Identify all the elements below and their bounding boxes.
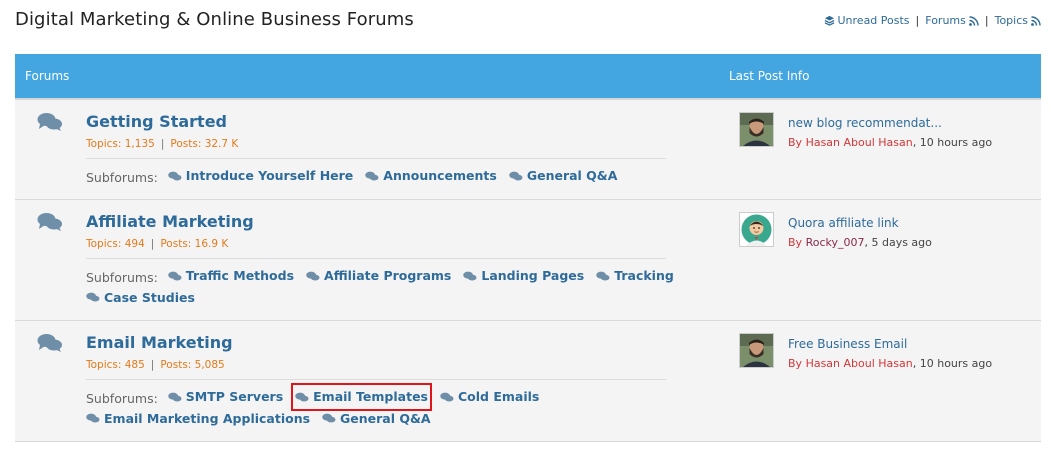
user-photo-icon — [740, 334, 773, 367]
unread-posts-link[interactable]: Unread Posts — [824, 14, 910, 27]
forum-title-link[interactable]: Affiliate Marketing — [86, 212, 254, 231]
avatar[interactable] — [739, 112, 774, 147]
last-post-title-link[interactable]: Quora affiliate link — [788, 216, 899, 230]
chat-icon — [306, 271, 320, 281]
posts-count: Posts: 16.9 K — [160, 238, 229, 250]
subforums-list: Subforums: Traffic Methods Affiliate Pro… — [86, 266, 686, 309]
topics-count: Topics: 1,135 — [86, 138, 155, 150]
forum-row: Getting Started Topics: 1,135 | Posts: 32.… — [15, 100, 1041, 200]
separator: | — [150, 359, 155, 371]
header-forums: Forums — [25, 69, 70, 83]
chat-icon — [509, 171, 523, 181]
forum-stats: Topics: 485 | Posts: 5,085 — [86, 359, 225, 371]
forum-title-link[interactable]: Email Marketing — [86, 333, 233, 352]
posts-count: Posts: 32.7 K — [170, 138, 239, 150]
last-post-title-link[interactable]: Free Business Email — [788, 337, 907, 351]
by-label: By — [788, 357, 803, 370]
unread-posts-label: Unread Posts — [837, 14, 910, 27]
subforum-link[interactable]: Email Marketing Applications — [86, 409, 310, 429]
subforums-label: Subforums: — [86, 269, 158, 285]
chat-icon — [295, 392, 309, 402]
rss-icon — [968, 15, 979, 26]
subforum-link[interactable]: Introduce Yourself Here — [168, 166, 353, 186]
posts-count: Posts: 5,085 — [160, 359, 225, 371]
subforum-link-highlighted[interactable]: Email Templates — [291, 383, 432, 411]
last-post-meta: By Hasan Aboul Hasan, 10 hours ago — [788, 136, 992, 149]
last-post-title-link[interactable]: new blog recommendat... — [788, 116, 942, 130]
last-post-meta: By Hasan Aboul Hasan, 10 hours ago — [788, 357, 992, 370]
subforum-link[interactable]: General Q&A — [322, 409, 431, 429]
separator: | — [160, 138, 165, 150]
subforum-link[interactable]: Landing Pages — [463, 266, 584, 286]
topics-rss-link[interactable]: Topics — [995, 14, 1041, 27]
separator: | — [150, 238, 155, 250]
last-post-time: , 5 days ago — [864, 236, 932, 249]
rss-icon — [1031, 15, 1041, 26]
header-last-post-info: Last Post Info — [729, 69, 810, 83]
subforum-link[interactable]: Traffic Methods — [168, 266, 294, 286]
forum-row: Email Marketing Topics: 485 | Posts: 5,085… — [15, 321, 1041, 442]
subforum-link[interactable]: Affiliate Programs — [306, 266, 451, 286]
forum-table: Forums Last Post Info Getting Started To… — [15, 54, 1041, 442]
chat-icon — [86, 292, 100, 302]
forum-title-link[interactable]: Getting Started — [86, 112, 227, 131]
last-post-time: , 10 hours ago — [912, 136, 993, 149]
chat-icon — [365, 171, 379, 181]
forum-chat-icon — [37, 213, 62, 231]
subforums-label: Subforums: — [86, 390, 158, 406]
divider — [86, 379, 666, 380]
forums-rss-link[interactable]: Forums — [925, 14, 979, 27]
separator: | — [915, 14, 920, 27]
topics-label: Topics — [994, 14, 1028, 27]
last-post-author-link[interactable]: Rocky_007 — [806, 236, 865, 249]
subforum-link[interactable]: SMTP Servers — [168, 387, 283, 407]
chat-icon — [168, 392, 182, 402]
forum-stats: Topics: 1,135 | Posts: 32.7 K — [86, 138, 238, 150]
forum-chat-icon — [37, 113, 62, 131]
last-post-author-link[interactable]: Hasan Aboul Hasan — [806, 136, 913, 149]
subforum-link[interactable]: General Q&A — [509, 166, 617, 186]
separator: | — [984, 14, 989, 27]
forums-label: Forums — [925, 14, 966, 27]
subforum-link[interactable]: Case Studies — [86, 288, 195, 308]
by-label: By — [788, 236, 803, 249]
page-title: Digital Marketing & Online Business Foru… — [15, 9, 414, 30]
divider — [86, 158, 666, 159]
chat-icon — [168, 171, 182, 181]
table-header: Forums Last Post Info — [15, 54, 1041, 100]
avatar[interactable] — [739, 333, 774, 368]
chat-icon — [440, 392, 454, 402]
last-post-meta: By Rocky_007, 5 days ago — [788, 236, 932, 249]
divider — [86, 258, 666, 259]
topics-count: Topics: 485 — [86, 359, 145, 371]
layers-icon — [824, 15, 834, 26]
subforum-link[interactable]: Tracking — [596, 266, 674, 286]
forum-row: Affiliate Marketing Topics: 494 | Posts: 1… — [15, 200, 1041, 321]
chat-icon — [596, 271, 610, 281]
subforum-link[interactable]: Announcements — [365, 166, 497, 186]
chat-icon — [322, 413, 336, 423]
last-post-time: , 10 hours ago — [912, 357, 993, 370]
avatar[interactable] — [739, 212, 774, 247]
forum-chat-icon — [37, 334, 62, 352]
chat-icon — [463, 271, 477, 281]
subforum-link[interactable]: Cold Emails — [440, 387, 539, 407]
subforums-label: Subforums: — [86, 169, 158, 185]
chat-icon — [86, 413, 100, 423]
top-links: Unread Posts | Forums | Topics — [824, 14, 1042, 27]
topics-count: Topics: 494 — [86, 238, 145, 250]
subforums-list: Subforums: SMTP Servers Email Templates … — [86, 383, 686, 430]
chat-icon — [168, 271, 182, 281]
cartoon-avatar-icon — [740, 213, 773, 246]
user-photo-icon — [740, 113, 773, 146]
forum-stats: Topics: 494 | Posts: 16.9 K — [86, 238, 228, 250]
subforums-list: Subforums: Introduce Yourself Here Annou… — [86, 166, 686, 188]
by-label: By — [788, 136, 803, 149]
last-post-author-link[interactable]: Hasan Aboul Hasan — [806, 357, 913, 370]
